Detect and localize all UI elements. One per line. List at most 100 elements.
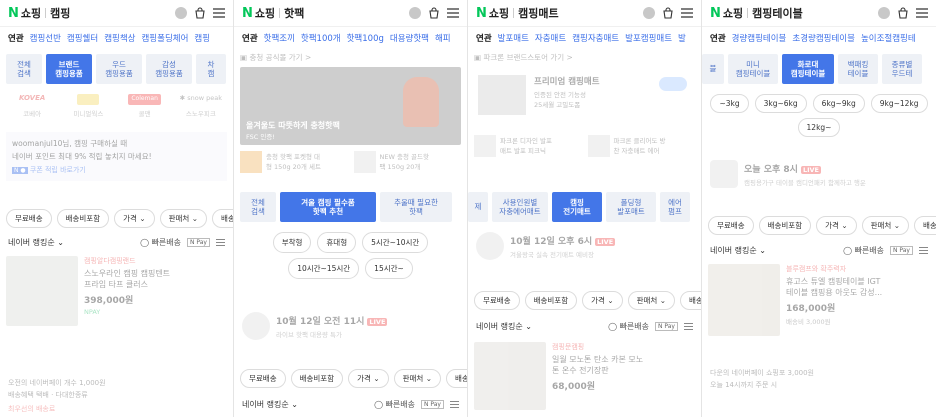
npay-filter-icon[interactable]: N Pay	[655, 321, 678, 331]
fast-delivery-toggle[interactable]: ◯ 빠른배송	[608, 321, 649, 332]
related-keyword[interactable]: 발	[678, 32, 686, 44]
menu-icon[interactable]	[916, 8, 928, 18]
menu-icon[interactable]	[681, 8, 693, 18]
chip-option[interactable]: 15시간~	[365, 258, 413, 279]
tile-partial[interactable]: 블	[702, 54, 724, 84]
product-card[interactable]: 캠핑알다캠핑랜드 스노우라인 캠핑 캠핑텐트 프라임 타프 클러스 398,00…	[6, 256, 227, 326]
related-keyword[interactable]: 초경량캠핑테이블	[792, 32, 855, 44]
naver-shopping-logo[interactable]: N 쇼핑	[8, 5, 41, 21]
related-keyword[interactable]: 캠핑선반	[30, 32, 61, 44]
shopping-bag-icon[interactable]	[897, 7, 909, 19]
list-view-icon[interactable]	[450, 400, 459, 408]
clear-search-icon[interactable]	[878, 7, 890, 19]
sort-dropdown[interactable]: 네이버 랭킹순 ⌄	[476, 321, 532, 332]
tile-all-search[interactable]: 전체 검색	[240, 192, 276, 222]
filter-free-shipping[interactable]: 무료배송	[240, 368, 286, 388]
brand-item[interactable]: ✱ snow peak 스노우피크	[175, 94, 227, 118]
npay-filter-icon[interactable]: N Pay	[187, 237, 210, 247]
shopping-bag-icon[interactable]	[662, 7, 674, 19]
mini-product[interactable]: NEW 충청 골드핫 팩 150g 20개	[353, 151, 462, 173]
product-card[interactable]: 캠핑문캠핑 일월 모노톤 탄소 카본 모노 톤 온수 전기장판 68,000원	[474, 342, 695, 410]
related-keyword[interactable]: 캠핑책상	[104, 32, 135, 44]
sort-dropdown[interactable]: 네이버 랭킹순 ⌄	[710, 245, 766, 256]
clear-search-icon[interactable]	[643, 7, 655, 19]
chip-option[interactable]: ~3kg	[710, 94, 749, 113]
filter-seller[interactable]: 판매처 ⌄	[159, 208, 207, 228]
brand-item[interactable]: Coleman 콜맨	[119, 94, 171, 118]
search-query[interactable]: 캠핑	[50, 5, 70, 21]
chip-option[interactable]: 3kg~6kg	[754, 94, 807, 113]
tile-all-search[interactable]: 전체 검색	[6, 54, 42, 84]
filter-delivery[interactable]: 배송	[212, 208, 233, 228]
tile-mini-table[interactable]: 미니 캠핑테이블	[728, 54, 778, 84]
chip-option[interactable]: 10시간~15시간	[288, 258, 360, 279]
naver-shopping-logo[interactable]: N 쇼핑	[242, 5, 275, 21]
chip-option[interactable]: 9kg~12kg	[870, 94, 928, 113]
point-promo-banner[interactable]: woomanjul10님, 캠핑 구매하실 때 네이버 포인트 최대 9% 적립…	[6, 132, 227, 181]
chip-option[interactable]: 12kg~	[797, 118, 841, 137]
brand-item[interactable]: KOVEA 코베아	[6, 94, 58, 118]
related-keyword[interactable]: 해피	[435, 32, 451, 44]
tile-electric-mat[interactable]: 캠핑 전기매트	[552, 192, 602, 222]
list-view-icon[interactable]	[216, 238, 225, 246]
filter-price[interactable]: 가격 ⌄	[582, 290, 623, 310]
naver-shopping-logo[interactable]: N 쇼핑	[710, 5, 743, 21]
filter-seller[interactable]: 판매처 ⌄	[393, 368, 441, 388]
tile-air-pump[interactable]: 에어 펌프	[660, 192, 690, 222]
mini-product[interactable]: 파크론 디자인 발포 매트 발포 피크닉	[474, 135, 582, 157]
filter-delivery[interactable]: 배송	[680, 290, 701, 310]
tile-foam-mat[interactable]: 폴딩형 발포매트	[606, 192, 656, 222]
tile-cold-hotpack[interactable]: 추울때 필요한 핫팩	[380, 192, 452, 222]
filter-free-shipping[interactable]: 무료배송	[474, 290, 520, 310]
tile-car-camping[interactable]: 차 캠	[196, 54, 226, 84]
related-keyword[interactable]: 높이조절캠핑테	[861, 32, 916, 44]
related-keyword[interactable]: 캠핑	[194, 32, 210, 44]
live-broadcast[interactable]: 10월 12일 오전 11시 LIVE 라이브 핫팩 대용량 특가	[242, 312, 459, 340]
chip-option[interactable]: 5시간~10시간	[362, 232, 429, 253]
tile-fire-pit-table[interactable]: 화로대 캠핑테이블	[782, 54, 834, 84]
filter-delivery[interactable]: 배송	[914, 215, 936, 235]
shopping-bag-icon[interactable]	[194, 7, 206, 19]
brand-item[interactable]: 미니멀웍스	[62, 94, 114, 118]
list-view-icon[interactable]	[684, 322, 693, 330]
filter-seller[interactable]: 판매처 ⌄	[627, 290, 675, 310]
tile-winter-camping-hotpack[interactable]: 겨울 캠핑 필수품 핫팩 추천	[280, 192, 376, 222]
mini-product[interactable]: 충청 핫팩 포켓형 대형 150g 20개 세트	[240, 151, 348, 173]
filter-delivery[interactable]: 배송	[446, 368, 467, 388]
list-view-icon[interactable]	[919, 246, 928, 254]
search-query[interactable]: 핫팩	[284, 5, 304, 21]
brand-banner[interactable]: ▣ 파크론 브랜드스토어 가기 > 프리미엄 캠핑매트 인증된 안전 기능성 2…	[474, 52, 695, 157]
fast-delivery-toggle[interactable]: ◯ 빠른배송	[140, 237, 181, 248]
menu-icon[interactable]	[213, 8, 225, 18]
filter-incl-shipping[interactable]: 배송비포함	[758, 215, 812, 235]
fast-delivery-toggle[interactable]: ◯ 빠른배송	[843, 245, 884, 256]
filter-seller[interactable]: 판매처 ⌄	[861, 215, 909, 235]
tile-wood-camping[interactable]: 우드 캠핑용품	[96, 54, 142, 84]
related-keyword[interactable]: 캠핑자충매트	[572, 32, 619, 44]
tile-self-inflating-mat[interactable]: 사용인원별 자충에어매트	[492, 192, 548, 222]
tile-partial[interactable]: 제	[468, 192, 488, 222]
filter-free-shipping[interactable]: 무료배송	[6, 208, 52, 228]
brand-banner[interactable]: ▣ 충청 공식몰 가기 > 올겨울도 따뜻하게 충청핫팩 FSC 인증! 충청 …	[240, 52, 461, 173]
related-keyword[interactable]: 캠핑쉘터	[67, 32, 98, 44]
sort-dropdown[interactable]: 네이버 랭킹순 ⌄	[242, 399, 298, 410]
npay-filter-icon[interactable]: N Pay	[421, 399, 444, 409]
filter-incl-shipping[interactable]: 배송비포함	[524, 290, 578, 310]
related-keyword[interactable]: 핫팩조끼	[264, 32, 295, 44]
mini-product[interactable]: 파크론 클리어도 방찬 자충매트 에어	[587, 135, 696, 157]
chip-option[interactable]: 휴대형	[317, 232, 357, 253]
play-button-icon[interactable]	[659, 77, 687, 91]
chip-option[interactable]: 6kg~9kg	[812, 94, 865, 113]
live-broadcast[interactable]: 오늘 오후 8시 LIVE 캠핑용가구 테이블 캠디언패키 함께하고 행운	[710, 160, 928, 188]
related-keyword[interactable]: 발포매트	[498, 32, 529, 44]
related-keyword[interactable]: 캠핑폴딩체어	[141, 32, 188, 44]
search-query[interactable]: 캠핑테이블	[752, 5, 803, 21]
related-keyword[interactable]: 핫팩100개	[301, 32, 341, 44]
tile-wood-table[interactable]: 종류별 우드테	[882, 54, 922, 84]
related-keyword[interactable]: 발포캠핑매트	[625, 32, 672, 44]
clear-search-icon[interactable]	[409, 7, 421, 19]
filter-incl-shipping[interactable]: 배송비포함	[290, 368, 344, 388]
sort-dropdown[interactable]: 네이버 랭킹순 ⌄	[8, 237, 64, 248]
live-broadcast[interactable]: 10월 12일 오후 6시 LIVE 겨울왕국 실속 전기매트 예비장	[476, 232, 693, 260]
related-keyword[interactable]: 경량캠핑테이블	[732, 32, 787, 44]
